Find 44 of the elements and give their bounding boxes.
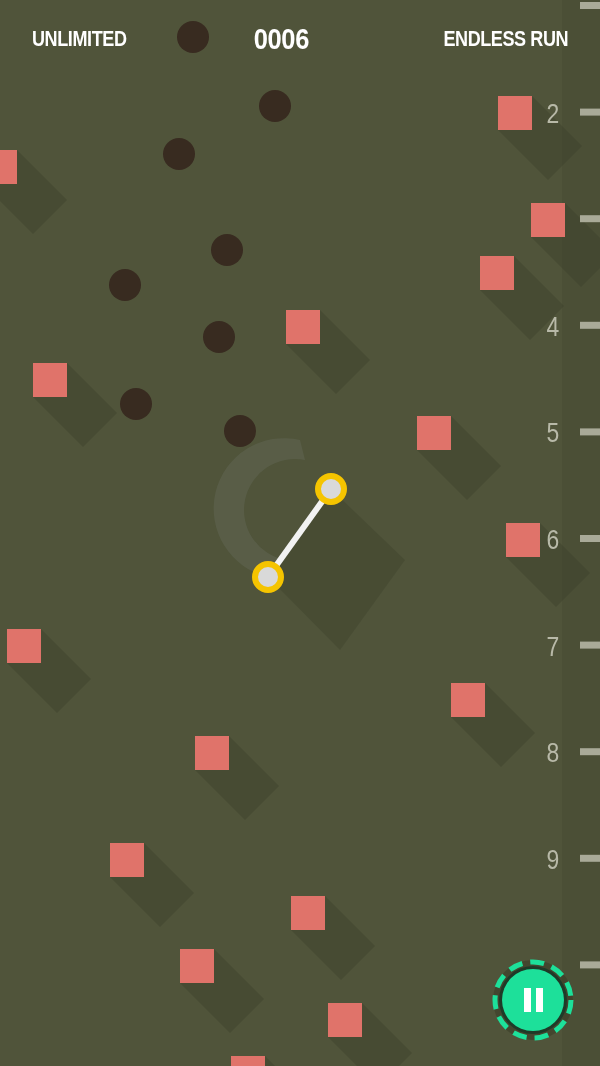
mode-label: UNLIMITED <box>32 26 127 52</box>
ruler-tick <box>580 321 600 329</box>
ruler-tick <box>580 2 600 9</box>
block <box>498 96 532 130</box>
dark-dot <box>224 415 256 447</box>
block <box>195 736 229 770</box>
ruler-label: 6 <box>546 524 560 555</box>
score: 0006 <box>254 22 310 56</box>
block <box>286 310 320 344</box>
dark-dot <box>259 90 291 122</box>
ruler-label: 5 <box>546 417 560 448</box>
block <box>33 363 67 397</box>
dark-dot <box>203 321 235 353</box>
dark-dot <box>120 388 152 420</box>
dark-dot <box>211 234 243 266</box>
ruler-tick <box>580 535 600 542</box>
dark-dot <box>109 269 141 301</box>
dark-dot <box>163 138 195 170</box>
block <box>291 896 325 930</box>
dark-dot <box>177 21 209 53</box>
block <box>480 256 514 290</box>
block <box>531 203 565 237</box>
ruler-tick <box>580 108 600 116</box>
block <box>451 683 485 717</box>
ruler-tick <box>580 748 600 756</box>
ruler-tick <box>580 961 600 969</box>
block <box>231 1056 265 1066</box>
ruler-tick <box>580 854 600 862</box>
block <box>180 949 214 983</box>
run-type-label: ENDLESS RUN <box>443 26 568 52</box>
ruler-tick <box>580 428 600 436</box>
block <box>328 1003 362 1037</box>
block <box>506 523 540 557</box>
ruler-tick <box>580 641 600 649</box>
ruler-label: 2 <box>546 97 560 128</box>
block <box>0 150 17 184</box>
ruler-label: 9 <box>546 844 560 875</box>
ruler-label: 8 <box>546 737 560 768</box>
ruler-label: 4 <box>546 311 560 342</box>
ruler-label: 7 <box>546 630 560 661</box>
block <box>110 843 144 877</box>
block <box>417 416 451 450</box>
ruler-tick <box>580 215 600 223</box>
block <box>7 629 41 663</box>
